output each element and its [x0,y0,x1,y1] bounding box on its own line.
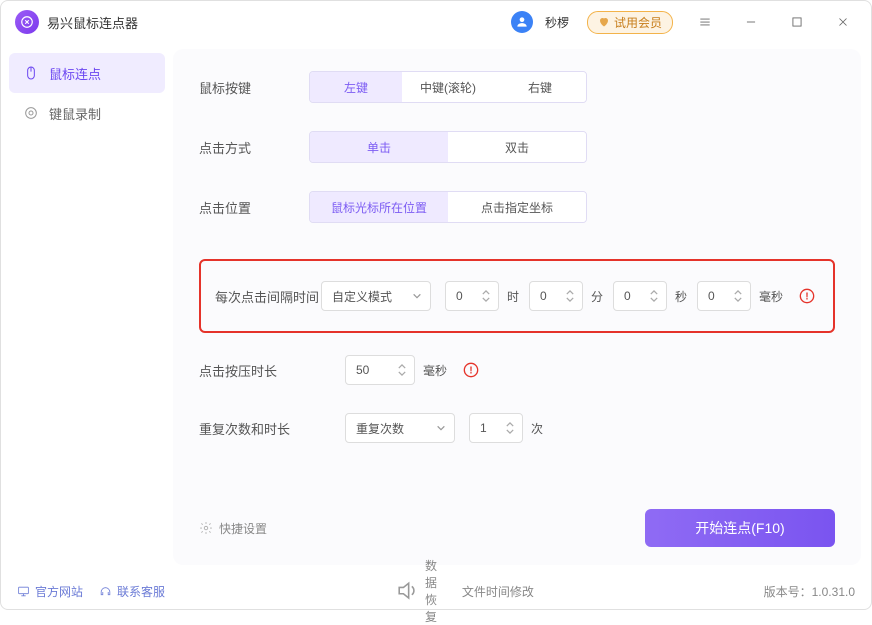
interval-hours[interactable]: 0 [445,281,499,311]
warning-icon: ! [463,362,479,378]
interval-mode-select[interactable]: 自定义模式 [321,281,431,311]
interval-minutes[interactable]: 0 [529,281,583,311]
footer-site[interactable]: 官方网站 [17,583,83,600]
sidebar-item-click[interactable]: 鼠标连点 [9,53,165,93]
version: 版本号：1.0.31.0 [764,583,855,600]
trial-badge[interactable]: 试用会员 [587,11,673,34]
mouse-icon [23,65,39,81]
chevron-up-icon[interactable] [482,290,490,295]
chevron-up-icon[interactable] [506,422,514,427]
label-repeat: 重复次数和时长 [199,419,309,438]
avatar[interactable] [511,11,533,33]
interval-seconds[interactable]: 0 [613,281,667,311]
press-duration[interactable]: 50 [345,355,415,385]
app-logo [15,10,39,34]
chevron-down-icon [412,291,422,301]
gear-icon [199,521,213,535]
footer-support[interactable]: 联系客服 [99,583,165,600]
chevron-down-icon[interactable] [506,429,514,434]
opt-cursor[interactable]: 鼠标光标所在位置 [310,192,448,222]
warning-icon: ! [799,288,815,304]
seg-click-mode: 单击 双击 [309,131,587,163]
interval-ms[interactable]: 0 [697,281,751,311]
opt-single[interactable]: 单击 [310,132,448,162]
chevron-up-icon[interactable] [398,364,406,369]
opt-middle[interactable]: 中键(滚轮) [402,72,494,102]
interval-highlight: 每次点击间隔时间 自定义模式 0 时 0 分 0 秒 0 毫秒 ! [199,259,835,333]
chevron-up-icon[interactable] [650,290,658,295]
maximize-button[interactable] [783,8,811,36]
label-interval: 每次点击间隔时间 [215,287,321,306]
speaker-icon [395,578,420,603]
app-title: 易兴鼠标连点器 [47,13,138,32]
start-button[interactable]: 开始连点(F10) [645,509,835,547]
opt-coord[interactable]: 点击指定坐标 [448,192,586,222]
chevron-down-icon[interactable] [398,371,406,376]
opt-double[interactable]: 双击 [448,132,586,162]
headset-icon [99,585,112,598]
chevron-down-icon [436,423,446,433]
label-mouse-button: 鼠标按键 [199,78,309,97]
chevron-down-icon[interactable] [482,297,490,302]
sidebar-item-record[interactable]: 键鼠录制 [9,93,165,133]
footer-recover[interactable]: 数据恢复 [395,557,448,625]
repeat-mode-select[interactable]: 重复次数 [345,413,455,443]
label-press: 点击按压时长 [199,361,309,380]
username[interactable]: 秒椤 [545,14,569,31]
seg-mouse-button: 左键 中键(滚轮) 右键 [309,71,587,103]
svg-text:!: ! [469,366,472,377]
chevron-down-icon[interactable] [734,297,742,302]
close-button[interactable] [829,8,857,36]
chevron-up-icon[interactable] [566,290,574,295]
footer-filetime[interactable]: 文件时间修改 [462,557,534,625]
minimize-button[interactable] [737,8,765,36]
sidebar-item-label: 键鼠录制 [49,104,101,123]
seg-click-pos: 鼠标光标所在位置 点击指定坐标 [309,191,587,223]
quick-settings[interactable]: 快捷设置 [199,520,267,537]
svg-text:!: ! [805,292,808,303]
record-icon [23,105,39,121]
label-click-pos: 点击位置 [199,198,309,217]
opt-left[interactable]: 左键 [310,72,402,102]
sidebar-item-label: 鼠标连点 [49,64,101,83]
chevron-down-icon[interactable] [650,297,658,302]
chevron-up-icon[interactable] [734,290,742,295]
label-click-mode: 点击方式 [199,138,309,157]
repeat-count[interactable]: 1 [469,413,523,443]
menu-button[interactable] [691,8,719,36]
chevron-down-icon[interactable] [566,297,574,302]
opt-right[interactable]: 右键 [494,72,586,102]
monitor-icon [17,585,30,598]
